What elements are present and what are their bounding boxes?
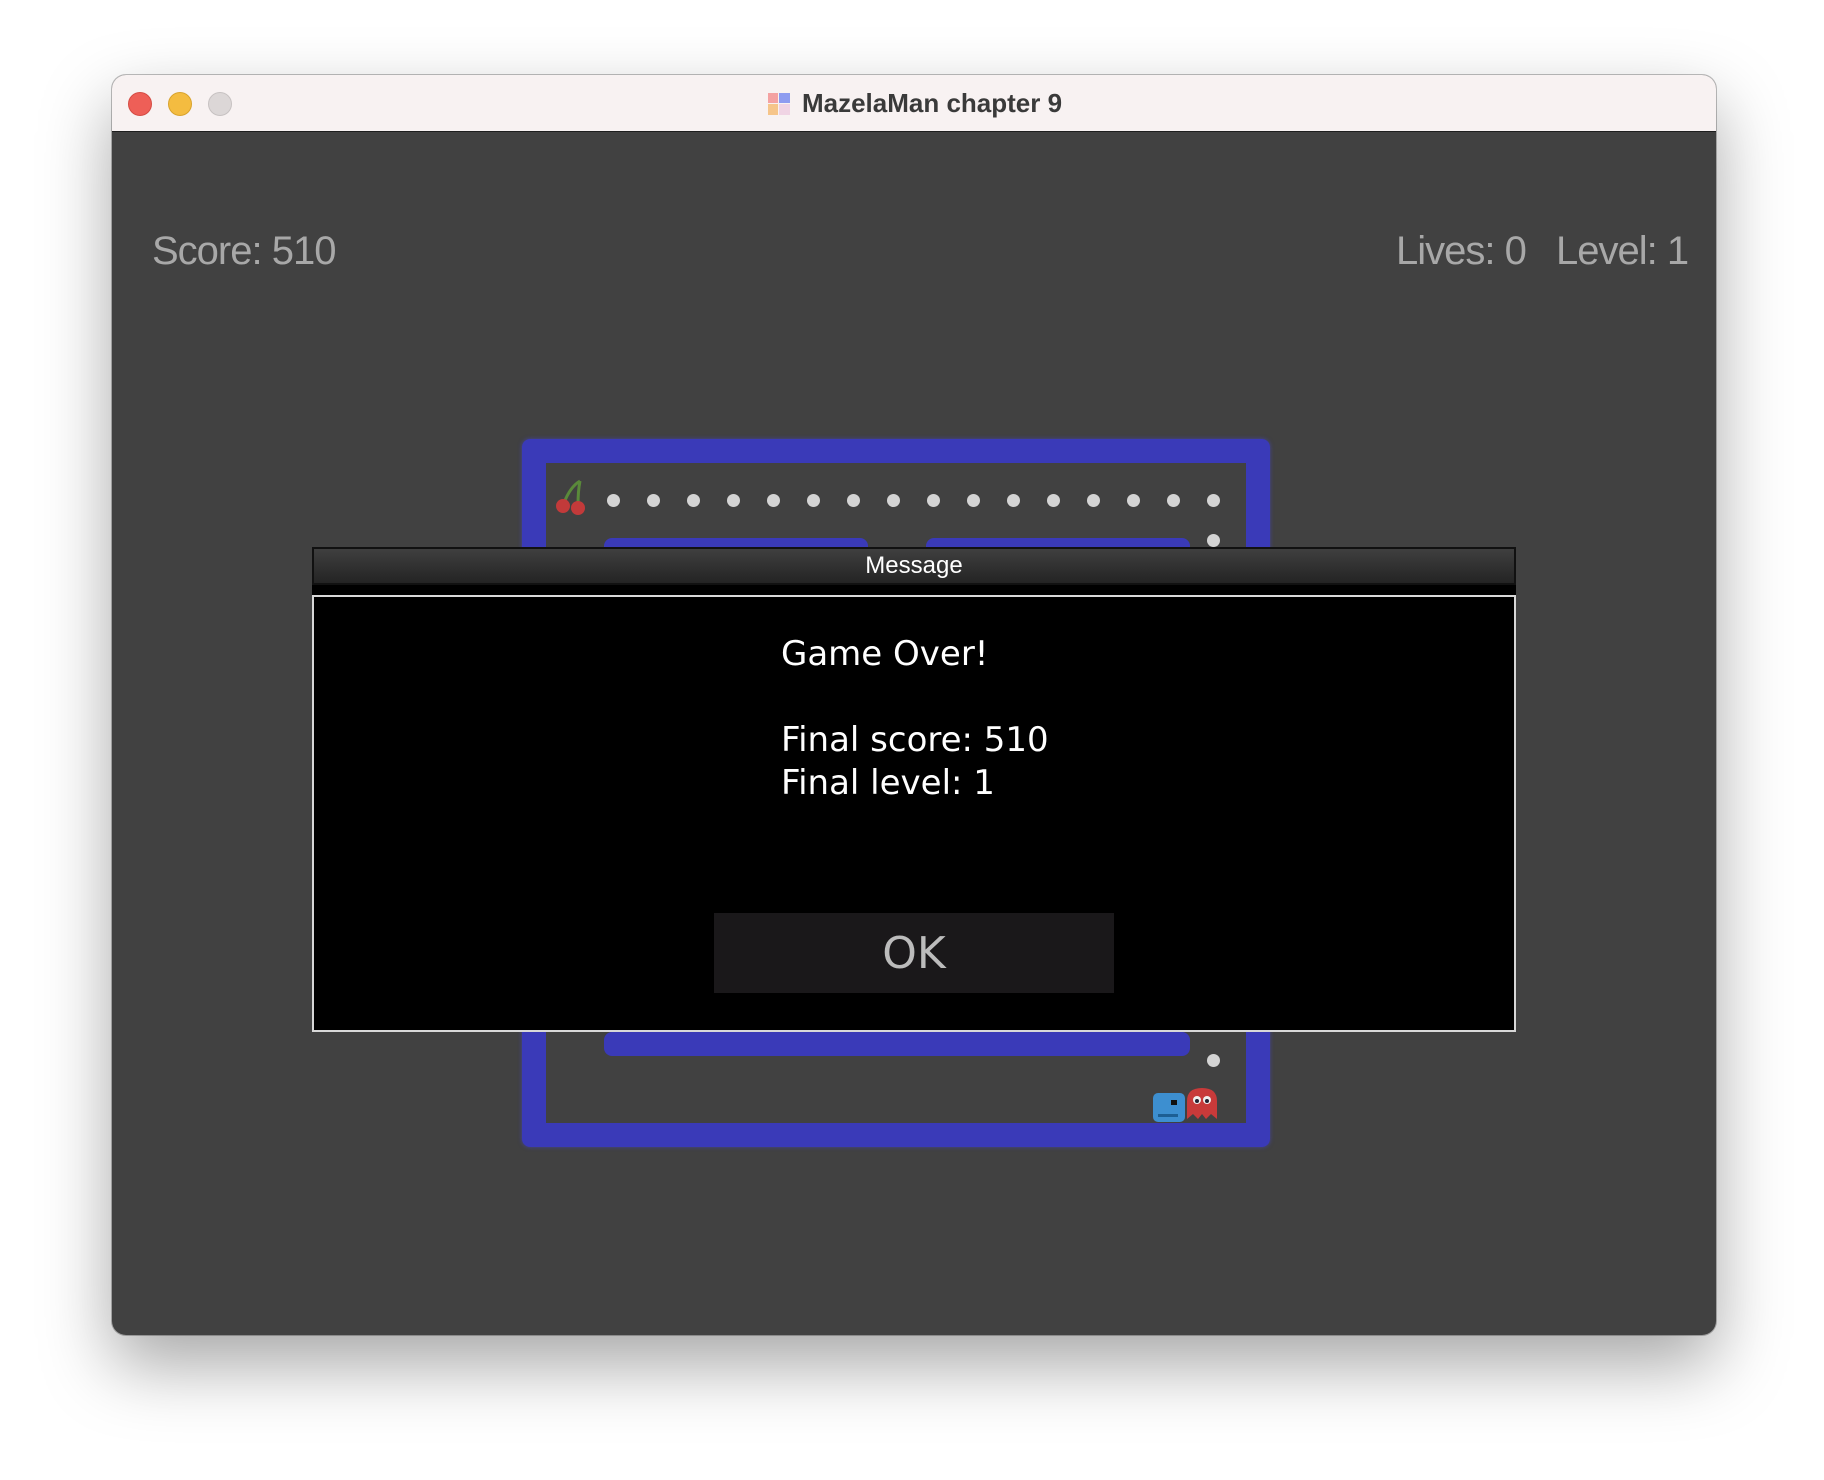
- pellet: [1047, 494, 1060, 507]
- game-area: Score: 510 Lives: 0 Level: 1 Message Gam…: [112, 132, 1716, 1335]
- app-window: MazelaMan chapter 9 Score: 510 Lives: 0 …: [112, 75, 1716, 1335]
- pellet: [847, 494, 860, 507]
- game-over-text: Game Over!: [781, 634, 989, 674]
- pellet: [1207, 1054, 1220, 1067]
- dialog-title: Message: [865, 552, 963, 579]
- dialog-title-bar[interactable]: Message: [312, 547, 1516, 585]
- ok-button[interactable]: OK: [714, 913, 1114, 993]
- final-level-text: Final level: 1: [781, 763, 995, 803]
- cherry-icon: [556, 479, 585, 515]
- player-icon: [1153, 1093, 1185, 1122]
- dialog-body: Game Over! Final score: 510 Final level:…: [312, 595, 1516, 1032]
- pellet: [767, 494, 780, 507]
- maze-wall: [604, 1032, 1190, 1056]
- pellet: [1207, 494, 1220, 507]
- pellet: [1007, 494, 1020, 507]
- pellet: [887, 494, 900, 507]
- pellet: [1167, 494, 1180, 507]
- pellet: [1087, 494, 1100, 507]
- pellet: [647, 494, 660, 507]
- lives-label: Lives: 0: [1396, 229, 1527, 273]
- pellet: [967, 494, 980, 507]
- ghost-icon: [1187, 1088, 1217, 1119]
- pellet: [727, 494, 740, 507]
- level-label: Level: 1: [1556, 229, 1689, 273]
- final-score-text: Final score: 510: [781, 720, 1049, 760]
- window-title: MazelaMan chapter 9: [801, 88, 1063, 118]
- title-bar[interactable]: MazelaMan chapter 9: [112, 75, 1716, 132]
- pellet: [607, 494, 620, 507]
- pellet: [1127, 494, 1140, 507]
- score-label: Score: 510: [152, 229, 336, 273]
- pellet: [927, 494, 940, 507]
- app-puzzle-icon: [767, 92, 790, 115]
- pellet: [1207, 534, 1220, 547]
- pellet: [807, 494, 820, 507]
- message-dialog: Message Game Over! Final score: 510 Fina…: [312, 547, 1516, 1032]
- dialog-message: Game Over! Final score: 510 Final level:…: [781, 633, 1049, 805]
- pellet: [687, 494, 700, 507]
